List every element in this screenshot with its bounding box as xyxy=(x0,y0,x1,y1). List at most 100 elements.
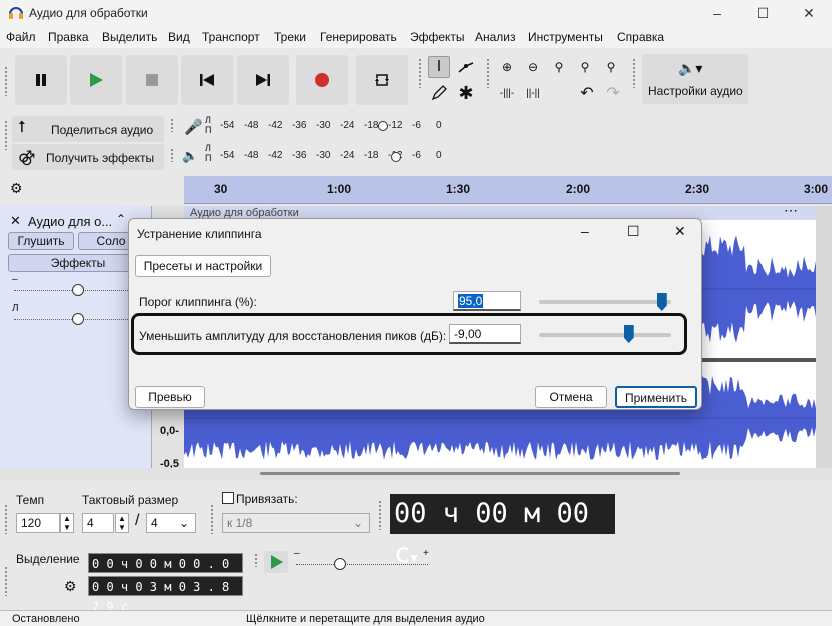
track-collapse-icon[interactable]: ⌃ xyxy=(116,212,126,226)
snap-select[interactable]: к 1/8 ⌄ xyxy=(222,513,370,533)
play-meter-grip[interactable] xyxy=(170,148,174,162)
vertical-scrollbar[interactable] xyxy=(816,206,832,468)
draw-tool-button[interactable] xyxy=(428,82,450,104)
speed-min-label: – xyxy=(294,548,300,559)
redo-button[interactable]: ↷ xyxy=(602,82,624,104)
track-close-icon[interactable]: ✕ xyxy=(10,213,21,229)
play-at-speed-grip[interactable] xyxy=(254,553,258,567)
play-level-knob[interactable] xyxy=(391,152,401,162)
menu-tools[interactable]: Инструменты xyxy=(528,30,603,44)
pause-button[interactable] xyxy=(15,55,67,105)
reduce-field[interactable]: -9,00 xyxy=(449,324,521,344)
threshold-slider-track[interactable] xyxy=(539,300,671,304)
selection-start-display[interactable]: 0 0 ч 0 0 м 0 0 . 0 0 0 с xyxy=(88,553,243,591)
play-at-speed-button[interactable] xyxy=(264,551,288,573)
menu-edit[interactable]: Правка xyxy=(48,30,89,44)
selection-tool-button[interactable]: I xyxy=(428,56,450,78)
menu-generate[interactable]: Генерировать xyxy=(320,30,397,44)
loop-button[interactable] xyxy=(356,55,408,105)
recording-meter[interactable]: -54 -48 -42 -36 -30 -24 -18 -12 -6 0 xyxy=(220,120,450,136)
share-grip[interactable] xyxy=(4,120,8,150)
time-format-dropdown-icon[interactable]: ▼ xyxy=(410,551,417,565)
menu-view[interactable]: Вид xyxy=(168,30,190,44)
selection-grip[interactable] xyxy=(4,566,8,596)
time-grip[interactable] xyxy=(378,500,382,530)
menu-select[interactable]: Выделить xyxy=(102,30,157,44)
apply-button[interactable]: Применить xyxy=(615,386,697,408)
pan-slider-knob[interactable] xyxy=(72,313,84,325)
track-name[interactable]: Аудио для о... xyxy=(28,214,112,229)
fit-project-button[interactable]: ⚲ xyxy=(574,56,596,78)
time-display[interactable]: 00 ч 00 м 00 с▼ xyxy=(390,494,615,569)
preview-button[interactable]: Превью xyxy=(135,386,205,408)
tempo-field[interactable]: 120 xyxy=(16,513,60,533)
skip-start-button[interactable] xyxy=(181,55,233,105)
menu-analyze[interactable]: Анализ xyxy=(475,30,516,44)
selection-end-display[interactable]: 0 0 ч 0 3 м 0 3 . 8 7 9 с xyxy=(88,576,243,614)
clip-menu-icon[interactable]: ⋯ xyxy=(784,206,798,219)
gain-slider-knob[interactable] xyxy=(72,284,84,296)
speed-slider-track[interactable] xyxy=(296,564,428,565)
share-audio-button[interactable]: ⭡ Поделиться аудио xyxy=(12,116,164,142)
selection-settings-gear-icon[interactable]: ⚙ xyxy=(64,578,77,595)
maximize-button[interactable]: ☐ xyxy=(740,0,786,26)
threshold-value: 95,0 xyxy=(458,294,484,308)
play-button[interactable] xyxy=(70,55,122,105)
meter-tick-label: -12 xyxy=(388,120,403,131)
undo-button[interactable]: ↶ xyxy=(576,82,598,104)
zoom-out-button[interactable]: ⊖ xyxy=(522,56,544,78)
effects-button[interactable]: Эффекты xyxy=(8,254,148,272)
toolbar-grip[interactable] xyxy=(4,66,8,96)
envelope-tool-button[interactable] xyxy=(455,56,477,78)
threshold-field[interactable]: 95,0 xyxy=(453,291,521,311)
zoom-toggle-button[interactable]: ⚲ xyxy=(600,56,622,78)
skip-end-button[interactable] xyxy=(237,55,289,105)
menu-tracks[interactable]: Треки xyxy=(274,30,306,44)
silence-button[interactable]: ||-|| xyxy=(522,82,544,104)
audio-settings-button[interactable]: 🔈▾ Настройки аудио xyxy=(642,54,748,104)
stop-button[interactable] xyxy=(126,55,178,105)
dialog-minimize-button[interactable]: – xyxy=(581,223,589,239)
dialog-close-button[interactable]: ✕ xyxy=(674,223,686,240)
snap-checkbox[interactable] xyxy=(222,492,234,504)
tempo-grip[interactable] xyxy=(4,504,8,534)
menu-transport[interactable]: Транспорт xyxy=(202,30,260,44)
mute-button[interactable]: Глушить xyxy=(8,232,74,250)
cancel-button[interactable]: Отмена xyxy=(535,386,607,408)
multi-tool-button[interactable]: ✱ xyxy=(455,82,477,104)
minimize-button[interactable]: – xyxy=(694,0,740,26)
microphone-icon[interactable]: 🎤 xyxy=(184,118,203,136)
audio-setup-grip[interactable] xyxy=(632,58,636,88)
threshold-slider-thumb[interactable] xyxy=(656,293,667,311)
status-bar: Остановлено Щёлкните и перетащите для вы… xyxy=(0,610,832,626)
rec-meter-grip[interactable] xyxy=(170,118,174,132)
menu-file[interactable]: Файл xyxy=(6,30,36,44)
rec-level-knob[interactable] xyxy=(378,121,388,131)
edit-grip[interactable] xyxy=(486,58,490,88)
speaker-meter-icon[interactable]: 🔈 xyxy=(182,148,198,164)
play-at-speed-icon xyxy=(271,555,283,569)
reduce-slider-track[interactable] xyxy=(539,333,671,337)
dialog-maximize-button[interactable]: ☐ xyxy=(627,223,640,240)
meter-numerator-field[interactable]: 4 xyxy=(82,513,114,533)
menu-help[interactable]: Справка xyxy=(617,30,664,44)
zoom-in-button[interactable]: ⊕ xyxy=(496,56,518,78)
tempo-spinner[interactable]: ▲ ▼ xyxy=(60,513,74,533)
horizontal-scrollbar[interactable] xyxy=(260,472,680,475)
tools-grip[interactable] xyxy=(418,58,422,88)
trim-button[interactable]: -|||- xyxy=(496,82,518,104)
meter-denominator-select[interactable]: 4 ⌄ xyxy=(146,513,196,533)
menu-effects[interactable]: Эффекты xyxy=(410,30,465,44)
snap-grip[interactable] xyxy=(210,504,214,534)
timeline-options-gear-icon[interactable]: ⚙ xyxy=(10,180,23,197)
presets-button[interactable]: Пресеты и настройки xyxy=(135,255,271,277)
fit-selection-button[interactable]: ⚲ xyxy=(548,56,570,78)
playback-meter[interactable]: -54-48-42-36-30-24-18-12-60 xyxy=(220,150,450,166)
get-effects-button[interactable]: ⚣ Получить эффекты xyxy=(12,144,164,170)
threshold-label: Порог клиппинга (%): xyxy=(139,295,257,309)
timeline-ruler[interactable]: 30 1:00 1:30 2:00 2:30 3:00 xyxy=(184,176,832,204)
meter-spinner[interactable]: ▲ ▼ xyxy=(115,513,129,533)
record-button[interactable] xyxy=(296,55,348,105)
speed-slider-knob[interactable] xyxy=(334,558,346,570)
close-button[interactable]: ✕ xyxy=(786,0,832,26)
